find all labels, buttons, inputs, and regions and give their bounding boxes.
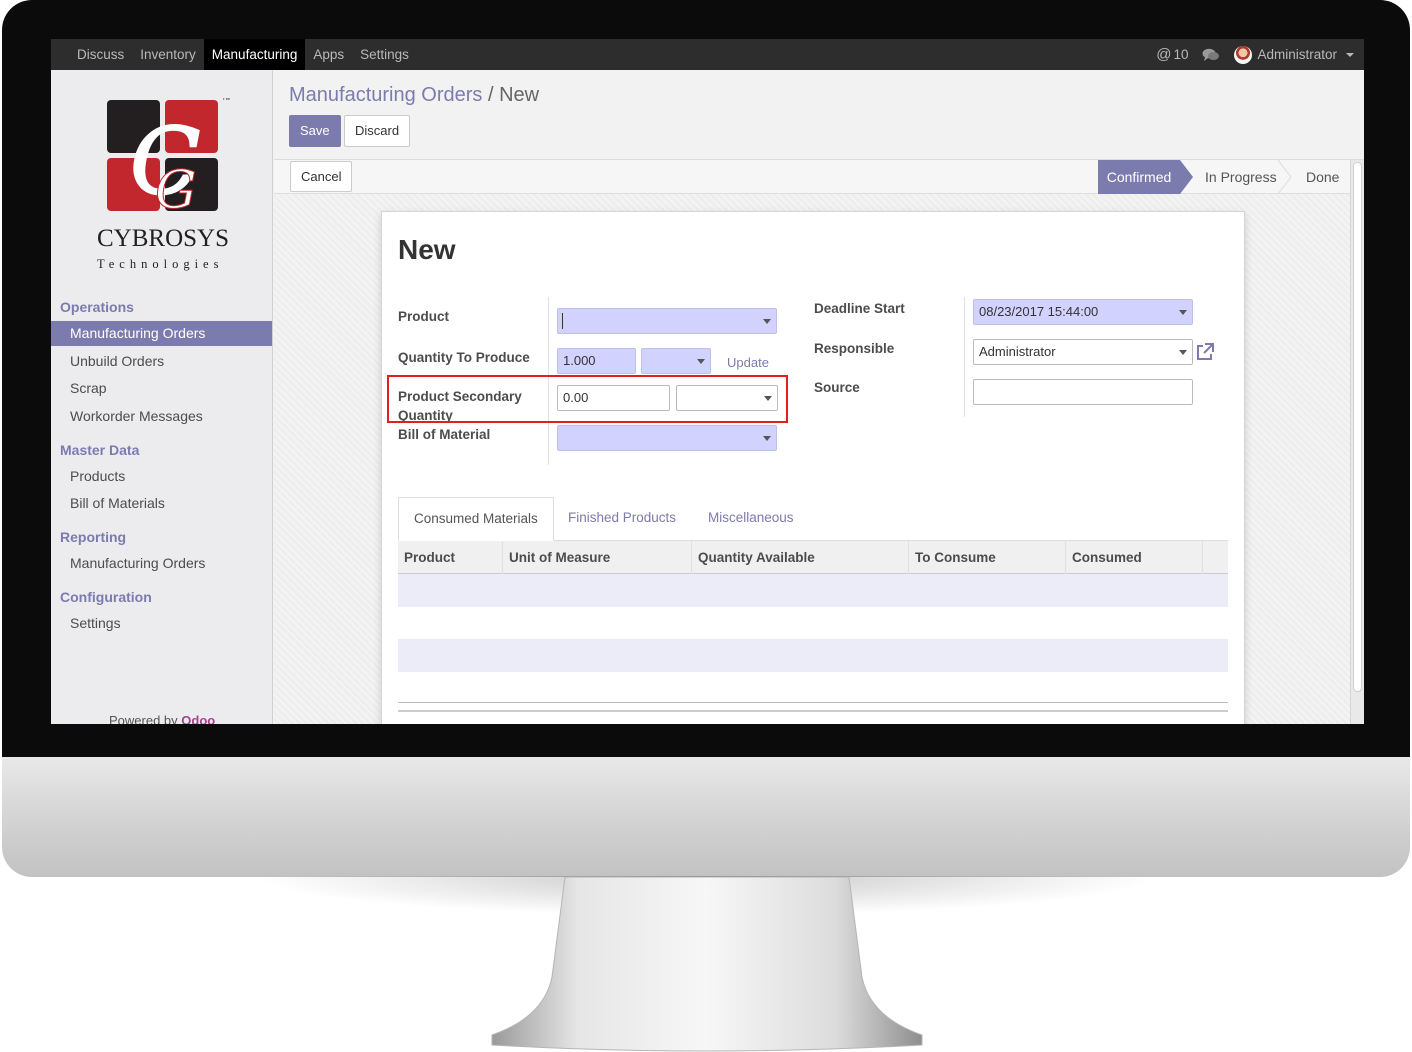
deadline-start-label: Deadline Start: [814, 301, 905, 316]
sidebar-section-master-data: Master Data: [60, 442, 140, 458]
secondary-uom-select[interactable]: [676, 385, 778, 411]
quantity-to-produce-label: Quantity To Produce: [398, 350, 530, 365]
table-header: Product Unit of Measure Quantity Availab…: [398, 541, 1228, 574]
user-menu[interactable]: Administrator: [1234, 45, 1354, 64]
menu-apps[interactable]: Apps: [305, 39, 352, 70]
sidebar-item-scrap[interactable]: Scrap: [51, 376, 272, 401]
top-navbar: Discuss Inventory Manufacturing Apps Set…: [51, 39, 1364, 70]
status-bar: Cancel Confirmed In Progress Done: [274, 160, 1350, 194]
menu-manufacturing[interactable]: Manufacturing: [203, 39, 306, 70]
sidebar-item-reporting-manufacturing-orders[interactable]: Manufacturing Orders: [51, 551, 272, 576]
deadline-start-datepicker[interactable]: 08/23/2017 15:44:00: [973, 299, 1193, 325]
column-header-unit-of-measure[interactable]: Unit of Measure: [503, 541, 692, 574]
save-button[interactable]: Save: [289, 115, 341, 147]
tab-consumed-materials[interactable]: Consumed Materials: [398, 497, 554, 541]
monitor-chin: [2, 757, 1410, 877]
powered-by: Powered by Odoo: [109, 713, 215, 724]
column-header-to-consume[interactable]: To Consume: [909, 541, 1066, 574]
chevron-down-icon: [1179, 350, 1187, 355]
table-footer: [398, 702, 1228, 712]
responsible-select[interactable]: Administrator: [973, 339, 1193, 365]
breadcrumb-current: New: [499, 84, 540, 106]
table-row: [398, 607, 1228, 640]
discard-button[interactable]: Discard: [344, 115, 411, 147]
avatar: [1234, 45, 1253, 64]
menu-inventory[interactable]: Inventory: [132, 39, 204, 70]
stage-done[interactable]: Done: [1306, 160, 1339, 194]
source-label: Source: [814, 380, 860, 395]
stage-in-progress[interactable]: In Progress: [1205, 160, 1277, 194]
mentions-button[interactable]: @ 10: [1156, 46, 1188, 63]
scrollbar-thumb[interactable]: [1353, 162, 1362, 692]
separator: [964, 297, 965, 417]
chevron-down-icon: [764, 396, 772, 401]
chevron-down-icon: [763, 319, 771, 324]
systray: @ 10 Administrator: [1156, 39, 1354, 70]
svg-text:G: G: [155, 161, 197, 221]
breadcrumb-separator: /: [487, 84, 494, 106]
control-panel: Manufacturing Orders / New Save Discard: [274, 70, 1364, 160]
app-menu: Discuss Inventory Manufacturing Apps Set…: [69, 39, 417, 70]
svg-text:TM: TM: [222, 98, 230, 102]
sidebar-section-reporting: Reporting: [60, 529, 127, 545]
form-sheet: New Product Quantity To Produce Product …: [381, 211, 1245, 724]
sidebar-item-bill-of-materials[interactable]: Bill of Materials: [51, 491, 272, 516]
tab-miscellaneous[interactable]: Miscellaneous: [693, 497, 809, 541]
menu-settings[interactable]: Settings: [352, 39, 417, 70]
sidebar-item-workorder-messages[interactable]: Workorder Messages: [51, 404, 272, 429]
bill-of-material-select[interactable]: [557, 425, 777, 451]
tab-finished-products[interactable]: Finished Products: [553, 497, 691, 541]
secondary-quantity-input[interactable]: 0.00: [557, 385, 670, 411]
product-label: Product: [398, 309, 450, 324]
company-logo: C G CYBROSYS Technologies TM: [97, 98, 230, 271]
notebook-tabs: Consumed Materials Finished Products Mis…: [398, 497, 1228, 541]
scrollbar[interactable]: [1350, 160, 1364, 724]
record-title: New: [398, 234, 456, 265]
chat-icon[interactable]: [1202, 48, 1220, 62]
external-link-icon[interactable]: [1195, 342, 1215, 362]
breadcrumb: Manufacturing Orders / New: [289, 84, 539, 107]
sidebar-item-unbuild-orders[interactable]: Unbuild Orders: [51, 349, 272, 374]
update-quantity-link[interactable]: Update: [727, 355, 769, 370]
user-name: Administrator: [1257, 47, 1337, 62]
stage-confirmed[interactable]: Confirmed: [1098, 160, 1180, 194]
app-screen: Discuss Inventory Manufacturing Apps Set…: [51, 39, 1364, 724]
sidebar-item-settings[interactable]: Settings: [51, 611, 272, 636]
menu-discuss[interactable]: Discuss: [69, 39, 132, 70]
chevron-down-icon: [763, 436, 771, 441]
mention-count: 10: [1173, 47, 1189, 62]
text-cursor: [562, 313, 563, 329]
table-row: [398, 672, 1228, 705]
table-row: [398, 639, 1228, 672]
chevron-down-icon: [697, 359, 705, 364]
at-icon: @: [1156, 46, 1172, 63]
table-row: [398, 574, 1228, 607]
stage-arrow: [1180, 160, 1193, 194]
product-select[interactable]: [557, 308, 777, 334]
svg-text:Technologies: Technologies: [97, 257, 223, 271]
breadcrumb-parent[interactable]: Manufacturing Orders: [289, 84, 482, 106]
odoo-link[interactable]: Odoo: [181, 713, 215, 724]
chevron-down-icon: [1179, 310, 1187, 315]
sidebar-section-configuration: Configuration: [60, 589, 152, 605]
stage-arrow: [1278, 160, 1292, 194]
sidebar-item-products[interactable]: Products: [51, 464, 272, 489]
chevron-down-icon: [1346, 52, 1354, 57]
sidebar: C G CYBROSYS Technologies TM Operations …: [51, 70, 273, 724]
quantity-to-produce-input[interactable]: 1.000: [557, 348, 636, 374]
sidebar-section-operations: Operations: [60, 299, 134, 315]
column-header-product[interactable]: Product: [398, 541, 503, 574]
responsible-label: Responsible: [814, 341, 895, 356]
sidebar-item-manufacturing-orders[interactable]: Manufacturing Orders: [51, 321, 272, 346]
svg-text:CYBROSYS: CYBROSYS: [97, 225, 229, 252]
bill-of-material-label: Bill of Material: [398, 427, 491, 442]
column-header-consumed[interactable]: Consumed: [1066, 541, 1203, 574]
cancel-button[interactable]: Cancel: [290, 161, 353, 192]
monitor-stand: [491, 877, 923, 1052]
source-input[interactable]: [973, 379, 1193, 405]
column-header-quantity-available[interactable]: Quantity Available: [692, 541, 909, 574]
quantity-uom-select[interactable]: [641, 348, 711, 374]
